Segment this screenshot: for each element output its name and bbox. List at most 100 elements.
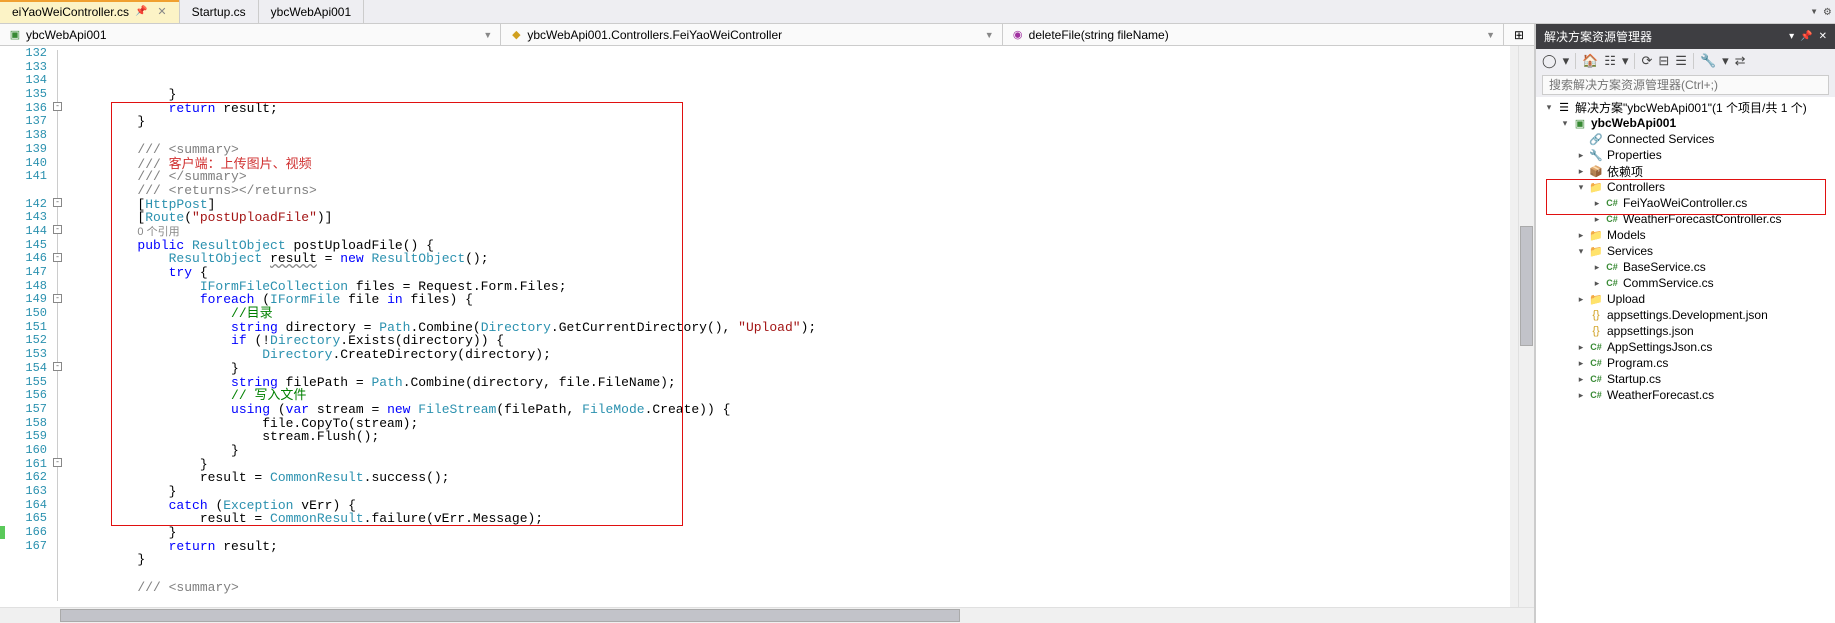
tab-settings-icon[interactable]: ⚙ xyxy=(1824,4,1831,19)
expand-arrow-icon[interactable]: ▸ xyxy=(1574,374,1588,385)
horizontal-scrollbar[interactable] xyxy=(0,607,1534,623)
expand-arrow-icon[interactable]: ▾ xyxy=(1558,118,1572,129)
expand-arrow-icon[interactable]: ▸ xyxy=(1574,342,1588,353)
view-icon[interactable]: ☰ xyxy=(1675,53,1687,69)
collapse-icon[interactable]: ⊟ xyxy=(1658,53,1669,69)
tree-item[interactable]: ▸C#AppSettingsJson.cs xyxy=(1536,339,1835,355)
tree-item[interactable]: ▾📁Controllers xyxy=(1536,179,1835,195)
panel-menu-icon[interactable]: ▾ xyxy=(1789,31,1794,42)
solution-tree[interactable]: ▾☰解决方案"ybcWebApi001"(1 个项目/共 1 个)▾▣ybcWe… xyxy=(1536,97,1835,623)
panel-title-bar[interactable]: 解决方案资源管理器 ▾ 📌 ✕ xyxy=(1536,24,1835,49)
tree-item[interactable]: ▸C#Startup.cs xyxy=(1536,371,1835,387)
vertical-scrollbar[interactable] xyxy=(1518,46,1534,607)
tree-item[interactable]: ▾▣ybcWebApi001 xyxy=(1536,115,1835,131)
panel-title-label: 解决方案资源管理器 xyxy=(1544,28,1652,45)
tree-item[interactable]: ▾📁Services xyxy=(1536,243,1835,259)
document-tab[interactable]: eiYaoWeiController.cs📌✕ xyxy=(0,0,180,23)
scrollbar-thumb[interactable] xyxy=(60,609,960,622)
split-editor-button[interactable]: ⊞ xyxy=(1504,24,1534,45)
fold-toggle[interactable]: - xyxy=(53,102,62,111)
fold-toggle[interactable]: - xyxy=(53,294,62,303)
tree-item-label: Models xyxy=(1607,228,1646,242)
expand-arrow-icon[interactable]: ▸ xyxy=(1590,214,1604,225)
fold-toggle[interactable]: - xyxy=(53,225,62,234)
pin-icon[interactable]: 📌 xyxy=(135,6,147,17)
expand-arrow-icon[interactable]: ▸ xyxy=(1590,262,1604,273)
tree-item[interactable]: ▸📁Models xyxy=(1536,227,1835,243)
tree-item-label: Upload xyxy=(1607,292,1645,306)
show-all-icon[interactable]: ▾ xyxy=(1622,53,1629,69)
nav-member[interactable]: ◉ deleteFile(string fileName) ▼ xyxy=(1003,24,1504,45)
tree-item[interactable]: 🔗Connected Services xyxy=(1536,131,1835,147)
tree-item[interactable]: ▾☰解决方案"ybcWebApi001"(1 个项目/共 1 个) xyxy=(1536,99,1835,115)
tree-item[interactable]: ▸C#Program.cs xyxy=(1536,355,1835,371)
pin-icon[interactable]: 📌 xyxy=(1800,31,1812,42)
expand-arrow-icon[interactable]: ▸ xyxy=(1574,358,1588,369)
cs-icon: C# xyxy=(1604,212,1620,226)
folder-icon: 📁 xyxy=(1588,292,1604,306)
nav-project[interactable]: ▣ ybcWebApi001 ▼ xyxy=(0,24,501,45)
tab-label: ybcWebApi001 xyxy=(271,5,352,19)
outline-column[interactable]: - - - - - - - xyxy=(55,46,75,607)
document-tab[interactable]: Startup.cs xyxy=(180,0,259,23)
class-icon: ◆ xyxy=(509,28,523,42)
tree-item-label: WeatherForecastController.cs xyxy=(1623,212,1782,226)
tree-item-label: appsettings.json xyxy=(1607,324,1694,338)
cs-icon: C# xyxy=(1604,196,1620,210)
search-input[interactable] xyxy=(1542,75,1829,95)
back-icon[interactable]: ◯ xyxy=(1542,53,1557,69)
expand-arrow-icon[interactable]: ▸ xyxy=(1574,150,1588,161)
home-icon[interactable]: 🏠 xyxy=(1582,53,1598,69)
tree-item[interactable]: ▸C#WeatherForecastController.cs xyxy=(1536,211,1835,227)
tree-item-label: Services xyxy=(1607,244,1653,258)
expand-arrow-icon[interactable]: ▸ xyxy=(1574,230,1588,241)
preview-icon[interactable]: ▾ xyxy=(1722,53,1729,69)
tree-item[interactable]: {}appsettings.json xyxy=(1536,323,1835,339)
chevron-down-icon: ▼ xyxy=(985,30,994,40)
document-tabs: eiYaoWeiController.cs📌✕Startup.csybcWebA… xyxy=(0,0,1835,24)
nav-class[interactable]: ◆ ybcWebApi001.Controllers.FeiYaoWeiCont… xyxy=(501,24,1002,45)
fold-toggle[interactable]: - xyxy=(53,458,62,467)
tree-item[interactable]: ▸C#WeatherForecast.cs xyxy=(1536,387,1835,403)
folder-icon: 📁 xyxy=(1588,244,1604,258)
overview-ruler xyxy=(1510,46,1518,607)
code-editor: ▣ ybcWebApi001 ▼ ◆ ybcWebApi001.Controll… xyxy=(0,24,1535,623)
expand-arrow-icon[interactable]: ▾ xyxy=(1574,246,1588,257)
expand-arrow-icon[interactable]: ▸ xyxy=(1590,198,1604,209)
tree-item-label: Properties xyxy=(1607,148,1662,162)
tree-item[interactable]: ▸C#FeiYaoWeiController.cs xyxy=(1536,195,1835,211)
close-icon[interactable]: ✕ xyxy=(157,5,166,18)
fold-toggle[interactable]: - xyxy=(53,362,62,371)
fold-toggle[interactable]: - xyxy=(53,253,62,262)
wrench-icon: 🔧 xyxy=(1588,148,1604,162)
code-text-area[interactable]: } return result; } /// <summary> /// 客户端… xyxy=(75,46,1510,607)
tree-item[interactable]: ▸📦依赖项 xyxy=(1536,163,1835,179)
expand-arrow-icon[interactable]: ▸ xyxy=(1574,294,1588,305)
expand-arrow-icon[interactable]: ▸ xyxy=(1574,390,1588,401)
expand-arrow-icon[interactable]: ▸ xyxy=(1574,166,1588,177)
fold-toggle[interactable]: - xyxy=(53,198,62,207)
tree-item[interactable]: ▸🔧Properties xyxy=(1536,147,1835,163)
expand-arrow-icon[interactable]: ▾ xyxy=(1542,102,1556,113)
close-icon[interactable]: ✕ xyxy=(1819,31,1827,42)
tree-item-label: Startup.cs xyxy=(1607,372,1661,386)
solution-icon[interactable]: ☷ xyxy=(1604,53,1616,69)
tree-item-label: FeiYaoWeiController.cs xyxy=(1623,196,1747,210)
document-tab[interactable]: ybcWebApi001 xyxy=(259,0,365,23)
tree-item-label: Controllers xyxy=(1607,180,1665,194)
scrollbar-thumb[interactable] xyxy=(1520,226,1533,346)
forward-icon[interactable]: ▾ xyxy=(1563,53,1570,69)
tree-item[interactable]: ▸C#CommService.cs xyxy=(1536,275,1835,291)
expand-arrow-icon[interactable]: ▾ xyxy=(1574,182,1588,193)
sync-icon[interactable]: ⇄ xyxy=(1735,53,1746,69)
tree-item-label: appsettings.Development.json xyxy=(1607,308,1768,322)
tree-item[interactable]: ▸C#BaseService.cs xyxy=(1536,259,1835,275)
tree-item[interactable]: {}appsettings.Development.json xyxy=(1536,307,1835,323)
folder-icon: 📁 xyxy=(1588,180,1604,194)
tree-item[interactable]: ▸📁Upload xyxy=(1536,291,1835,307)
tree-item-label: 解决方案"ybcWebApi001"(1 个项目/共 1 个) xyxy=(1575,99,1807,116)
properties-icon[interactable]: 🔧 xyxy=(1700,53,1716,69)
tab-dropdown-icon[interactable]: ▾ xyxy=(1811,4,1818,19)
refresh-icon[interactable]: ⟳ xyxy=(1641,53,1652,69)
expand-arrow-icon[interactable]: ▸ xyxy=(1590,278,1604,289)
